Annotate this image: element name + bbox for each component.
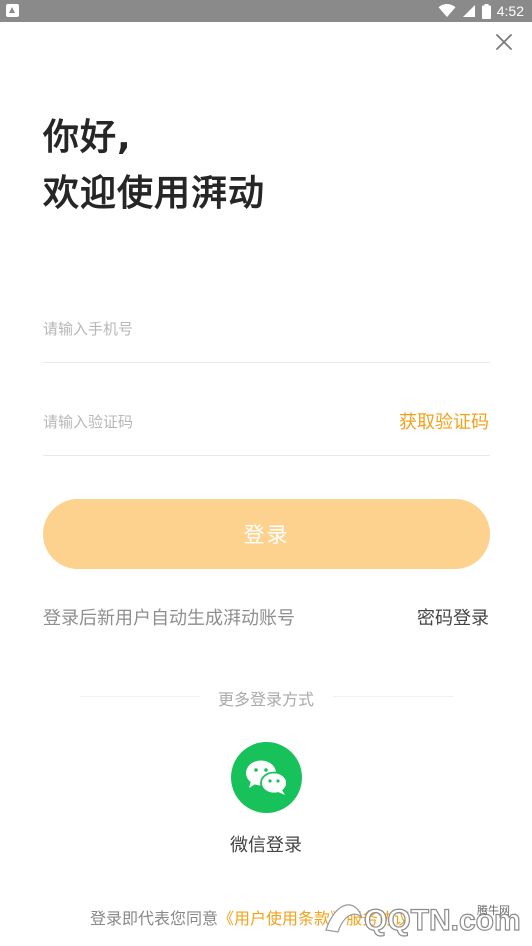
notification-icon [6, 4, 19, 17]
wechat-login-label: 微信登录 [230, 835, 302, 856]
verification-code-input[interactable] [43, 407, 383, 437]
battery-icon [481, 3, 491, 19]
login-button[interactable]: 登录 [43, 499, 490, 569]
wechat-login-button[interactable] [231, 742, 302, 813]
phone-input-underline [43, 362, 490, 363]
new-user-hint: 登录后新用户自动生成湃动账号 [43, 608, 295, 629]
get-code-button[interactable]: 获取验证码 [399, 408, 489, 434]
watermark-cn: 腾牛网 [477, 904, 510, 917]
code-input-underline [43, 455, 490, 456]
greeting-line-1: 你好, [43, 117, 132, 158]
signal-icon [462, 5, 475, 17]
greeting-line-2: 欢迎使用湃动 [43, 173, 266, 214]
wechat-icon [245, 760, 288, 795]
wifi-icon [438, 4, 456, 17]
password-login-link[interactable]: 密码登录 [417, 604, 489, 630]
more-login-label: 更多登录方式 [217, 690, 314, 709]
agreement-prefix: 登录即代表您同意 [90, 909, 219, 928]
close-icon[interactable] [492, 30, 516, 54]
phone-input[interactable] [43, 314, 383, 344]
status-bar: 4:52 [0, 0, 532, 22]
status-icons: 4:52 [438, 0, 524, 22]
status-time: 4:52 [496, 3, 524, 19]
